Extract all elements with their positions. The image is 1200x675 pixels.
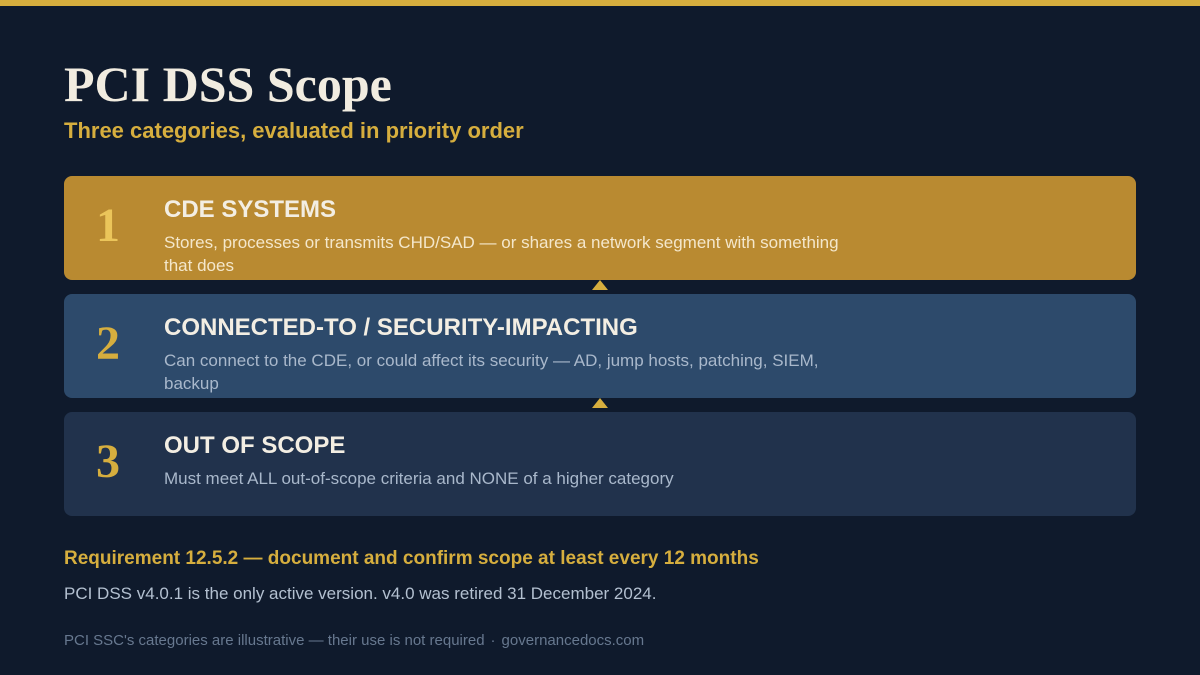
category-number: 1 — [96, 199, 120, 252]
category-title: CDE SYSTEMS — [164, 196, 337, 223]
version-note: PCI DSS v4.0.1 is the only active versio… — [64, 584, 657, 603]
top-accent-bar — [0, 0, 1200, 6]
category-card-cde-systems: 1 CDE SYSTEMS Stores, processes or trans… — [64, 176, 1136, 280]
requirement-callout: Requirement 12.5.2 — document and confir… — [64, 548, 759, 569]
category-card-connected-to: 2 CONNECTED-TO / SECURITY-IMPACTING Can … — [64, 294, 1136, 398]
category-title: CONNECTED-TO / SECURITY-IMPACTING — [164, 314, 638, 341]
category-card-out-of-scope: 3 OUT OF SCOPE Must meet ALL out-of-scop… — [64, 412, 1136, 516]
footer-source: governancedocs.com — [501, 632, 645, 649]
footer-separator: · — [490, 632, 496, 649]
slide-title: PCI DSS Scope — [64, 56, 392, 112]
footer-disclaimer: PCI SSC's categories are illustrative — … — [64, 632, 485, 649]
category-number: 3 — [96, 435, 120, 488]
footer: PCI SSC's categories are illustrative — … — [64, 631, 644, 651]
slide-subtitle: Three categories, evaluated in priority … — [64, 118, 524, 143]
priority-arrow-up-icon — [592, 280, 608, 290]
priority-arrow-up-icon — [592, 398, 608, 408]
category-description: Can connect to the CDE, or could affect … — [164, 351, 819, 393]
category-description: Must meet ALL out-of-scope criteria and … — [164, 469, 674, 488]
category-number: 2 — [96, 317, 120, 370]
category-description: Stores, processes or transmits CHD/SAD —… — [164, 233, 839, 275]
category-title: OUT OF SCOPE — [164, 432, 346, 459]
